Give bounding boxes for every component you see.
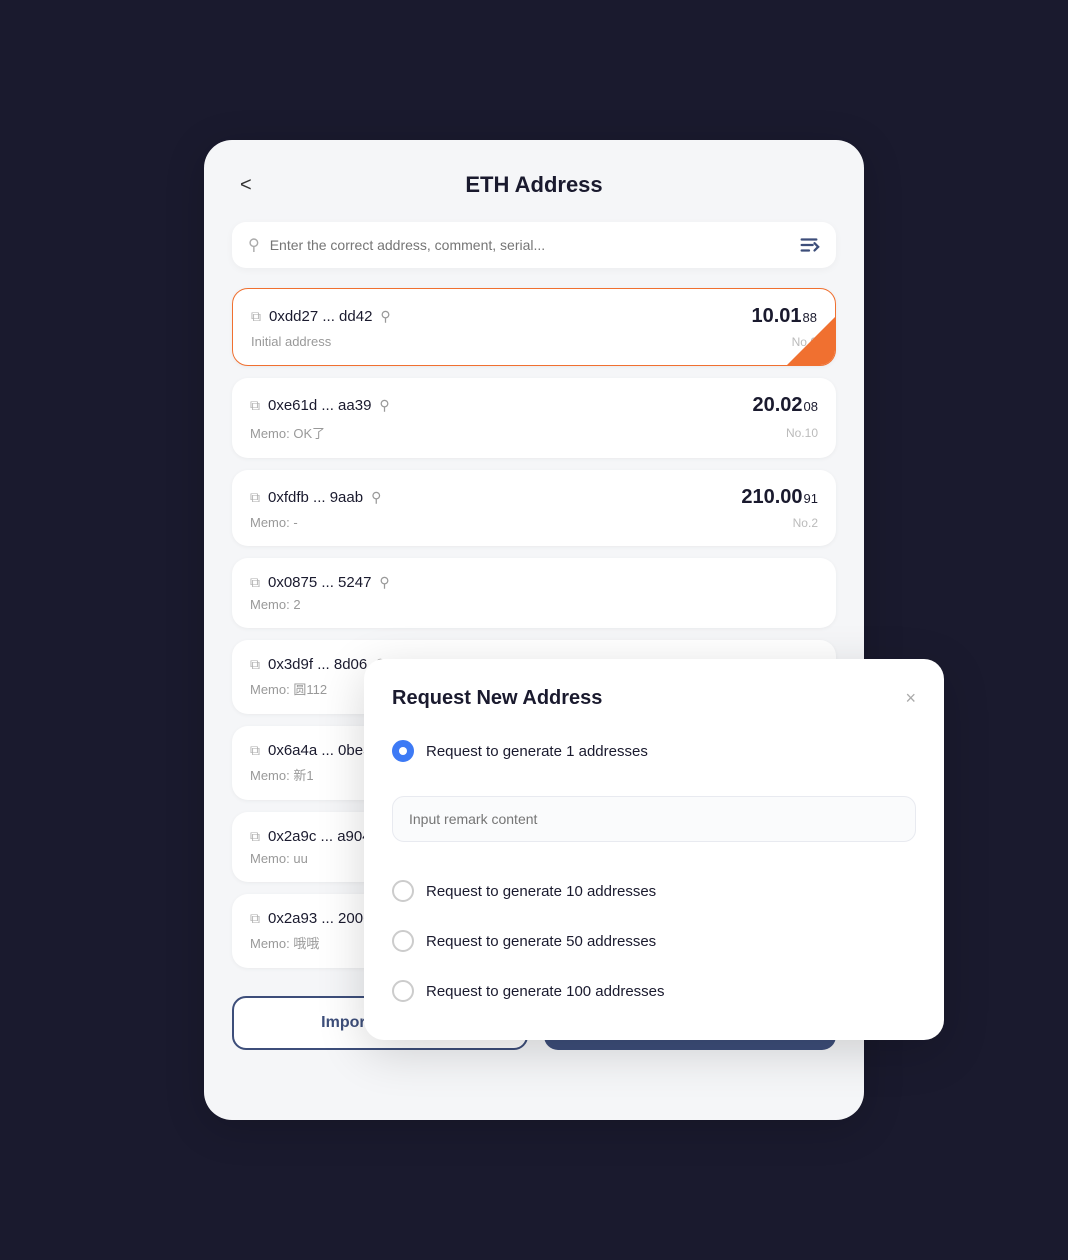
address-text: 0x2a93 ... 2006 [268, 910, 371, 927]
copy-icon[interactable]: ⧉ [250, 742, 260, 759]
amount-row: 20.02 08 [752, 394, 818, 417]
search-input[interactable] [270, 237, 788, 253]
search-icon: ⚲ [248, 235, 260, 255]
copy-icon[interactable]: ⧉ [250, 574, 260, 591]
memo-text: Memo: - [250, 515, 298, 530]
address-text: 0xdd27 ... dd42 [269, 308, 372, 325]
address-row: ⧉ 0xdd27 ... dd42 ⚲ 10.01 88 [251, 305, 817, 328]
address-search-icon[interactable]: ⚲ [379, 574, 389, 591]
memo-text: Memo: 圆112 [250, 679, 327, 698]
amount-small: 91 [804, 491, 818, 506]
number-badge: No.10 [786, 426, 818, 440]
copy-icon[interactable]: ⧉ [250, 489, 260, 506]
address-text: 0xe61d ... aa39 [268, 397, 371, 414]
modal-options: Request to generate 1 addresses Request … [392, 734, 916, 1008]
copy-icon[interactable]: ⧉ [250, 910, 260, 927]
memo-text: Memo: 哦哦 [250, 933, 319, 952]
address-left: ⧉ 0x0875 ... 5247 ⚲ [250, 574, 390, 591]
address-footer: Memo: 2 [250, 597, 818, 612]
radio-option[interactable]: Request to generate 10 addresses [392, 874, 916, 908]
radio-label: Request to generate 100 addresses [426, 983, 665, 1000]
memo-text: Memo: 2 [250, 597, 301, 612]
address-row: ⧉ 0xe61d ... aa39 ⚲ 20.02 08 [250, 394, 818, 417]
copy-icon[interactable]: ⧉ [251, 308, 261, 325]
copy-icon[interactable]: ⧉ [250, 828, 260, 845]
memo-text: Memo: uu [250, 851, 308, 866]
page-title: ETH Address [465, 172, 602, 198]
address-footer: Memo: OK了 No.10 [250, 423, 818, 442]
copy-icon[interactable]: ⧉ [250, 397, 260, 414]
address-footer: Initial address No.0 [251, 334, 817, 349]
address-text: 0x6a4a ... 0be3 [268, 742, 371, 759]
address-card[interactable]: ⧉ 0xfdfb ... 9aab ⚲ 210.00 91 Memo: - No… [232, 470, 836, 546]
highlight-corner [787, 317, 835, 365]
address-search-icon[interactable]: ⚲ [380, 308, 390, 325]
amount-main: 20.02 [752, 394, 802, 417]
modal-card: Request New Address × Request to generat… [364, 659, 944, 1040]
address-text: 0x2a9c ... a904 [268, 828, 371, 845]
modal-header: Request New Address × [392, 687, 916, 710]
address-row: ⧉ 0xfdfb ... 9aab ⚲ 210.00 91 [250, 486, 818, 509]
amount-row: 210.00 91 [741, 486, 818, 509]
memo-text: Memo: OK了 [250, 423, 325, 442]
address-search-icon[interactable]: ⚲ [379, 397, 389, 414]
back-button[interactable]: < [232, 170, 260, 201]
radio-option[interactable]: Request to generate 100 addresses [392, 974, 916, 1008]
main-card: < ETH Address ⚲ ⧉ 0xdd27 ... dd4 [204, 140, 864, 1120]
address-text: 0x0875 ... 5247 [268, 574, 371, 591]
radio-label: Request to generate 10 addresses [426, 883, 656, 900]
address-card[interactable]: ⧉ 0xe61d ... aa39 ⚲ 20.02 08 Memo: OK了 N… [232, 378, 836, 458]
radio-option[interactable]: Request to generate 1 addresses [392, 734, 916, 768]
number-badge: No.2 [793, 516, 818, 530]
radio-label: Request to generate 50 addresses [426, 933, 656, 950]
address-card[interactable]: ⧉ 0xdd27 ... dd42 ⚲ 10.01 88 Initial add… [232, 288, 836, 366]
address-left: ⧉ 0xfdfb ... 9aab ⚲ [250, 489, 381, 506]
screen-container: < ETH Address ⚲ ⧉ 0xdd27 ... dd4 [0, 0, 1068, 1260]
address-left: ⧉ 0xdd27 ... dd42 ⚲ [251, 308, 391, 325]
remark-input[interactable] [392, 796, 916, 842]
address-search-icon[interactable]: ⚲ [371, 489, 381, 506]
memo-text: Initial address [251, 334, 331, 349]
address-card[interactable]: ⧉ 0x0875 ... 5247 ⚲ Memo: 2 [232, 558, 836, 628]
radio-circle [392, 740, 414, 762]
amount-small: 08 [804, 399, 818, 414]
address-left: ⧉ 0xe61d ... aa39 ⚲ [250, 397, 390, 414]
filter-icon [798, 234, 820, 256]
radio-label: Request to generate 1 addresses [426, 743, 648, 760]
search-bar: ⚲ [232, 222, 836, 268]
modal-title: Request New Address [392, 687, 602, 710]
address-text: 0x3d9f ... 8d06 [268, 656, 367, 673]
radio-circle [392, 880, 414, 902]
amount-main: 210.00 [741, 486, 802, 509]
modal-close-button[interactable]: × [905, 688, 916, 709]
memo-text: Memo: 新1 [250, 765, 314, 784]
radio-circle [392, 980, 414, 1002]
radio-circle [392, 930, 414, 952]
address-footer: Memo: - No.2 [250, 515, 818, 530]
header: < ETH Address [232, 172, 836, 198]
address-text: 0xfdfb ... 9aab [268, 489, 363, 506]
radio-option[interactable]: Request to generate 50 addresses [392, 924, 916, 958]
filter-button[interactable] [798, 234, 820, 256]
address-row: ⧉ 0x0875 ... 5247 ⚲ [250, 574, 818, 591]
copy-icon[interactable]: ⧉ [250, 656, 260, 673]
